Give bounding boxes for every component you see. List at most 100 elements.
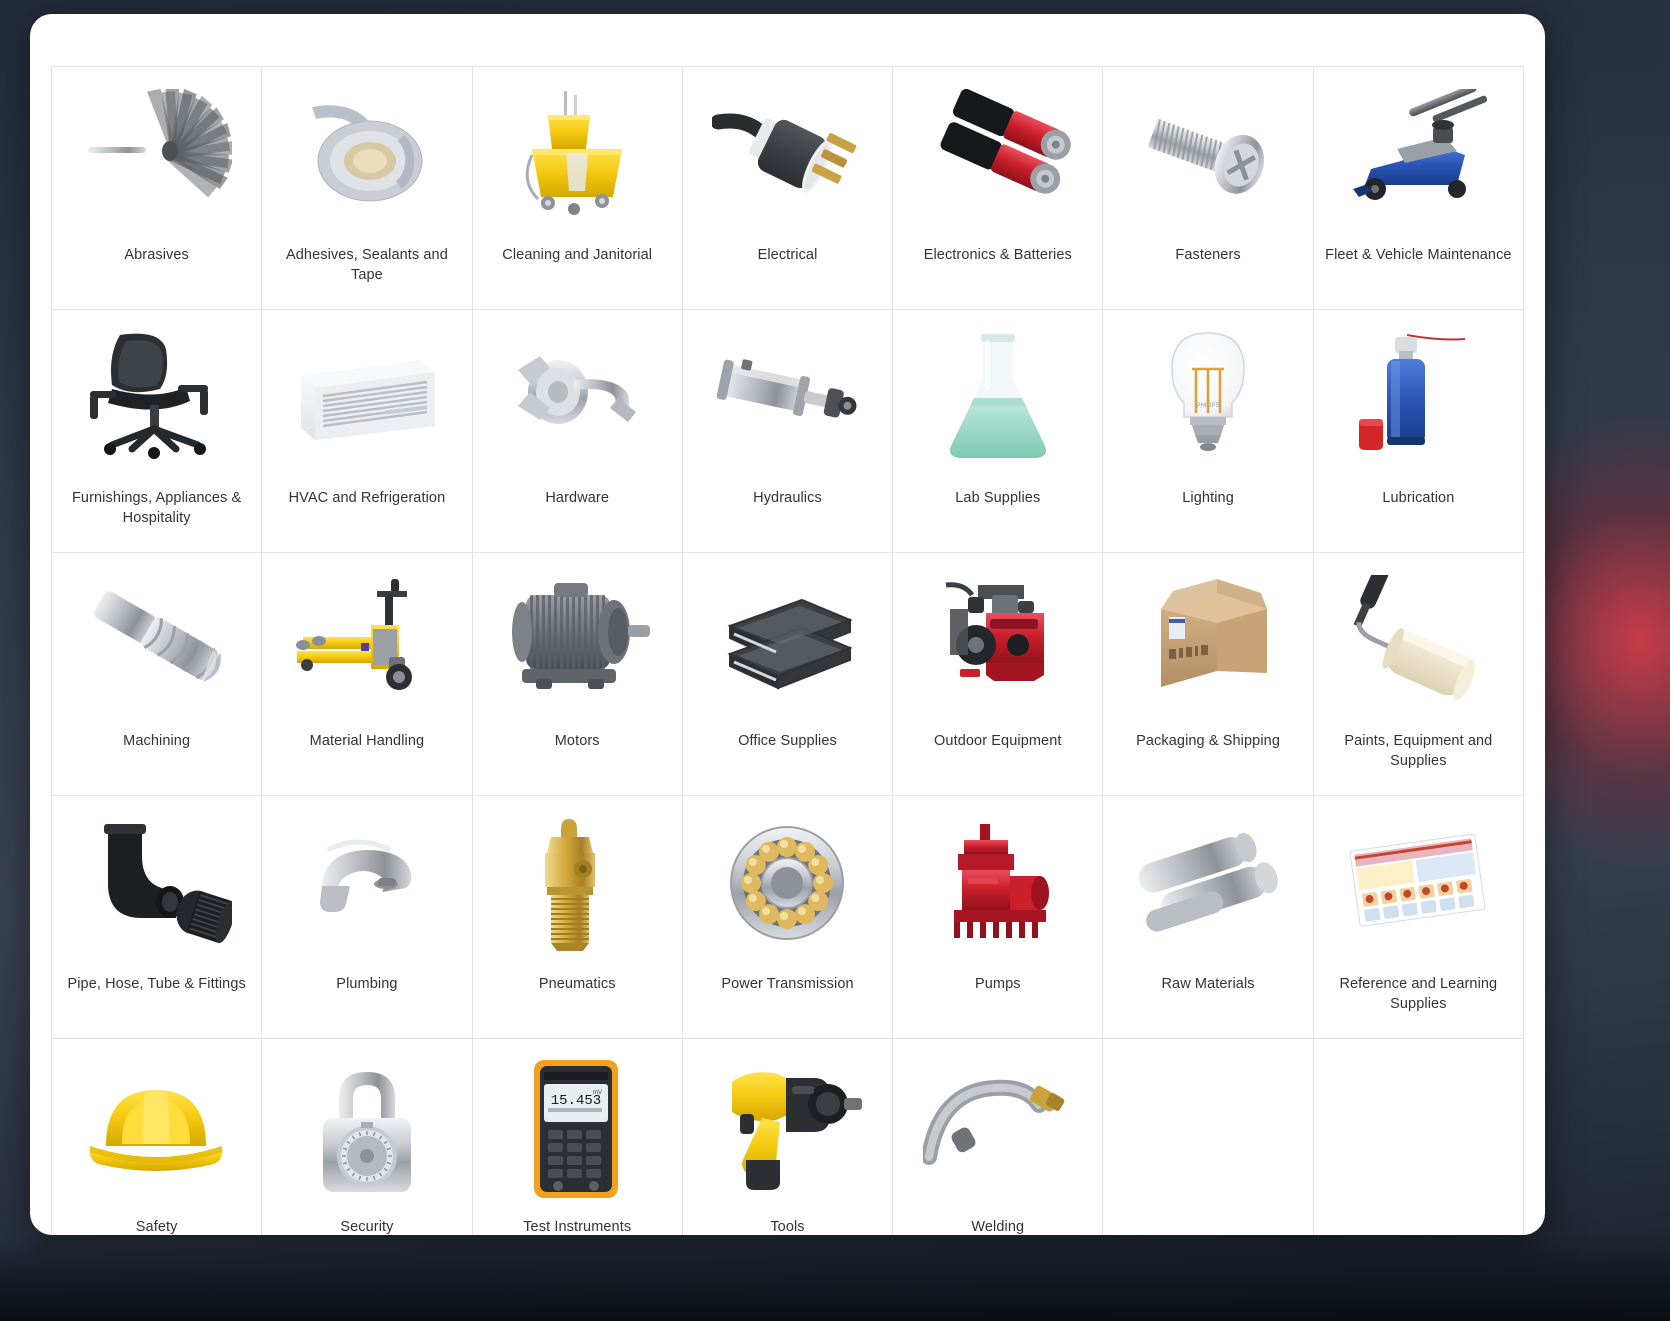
category-cell-electronics-batteries[interactable]: Electronics & Batteries	[893, 67, 1104, 310]
category-label: HVAC and Refrigeration	[288, 490, 446, 506]
safety-poster-icon	[1322, 808, 1515, 958]
category-cell-fleet-vehicle-maintenance[interactable]: Fleet & Vehicle Maintenance	[1313, 67, 1524, 310]
category-label: Abrasives	[124, 247, 189, 263]
category-label: Machining	[123, 733, 191, 749]
category-cell-fasteners[interactable]: Fasteners	[1103, 67, 1314, 310]
sump-pump-icon	[901, 808, 1094, 958]
category-cell-power-transmission[interactable]: Power Transmission	[682, 796, 894, 1039]
category-label: Test Instruments	[523, 1219, 632, 1235]
metal-bars-icon	[1111, 808, 1304, 958]
category-cell-security[interactable]: Security	[262, 1039, 473, 1235]
faucet-icon	[270, 808, 463, 958]
category-cell-furnishings-appliances-hospitality[interactable]: Furnishings, Appliances & Hospitality	[52, 310, 263, 553]
category-cell-plumbing[interactable]: Plumbing	[262, 796, 473, 1039]
category-cell-paints-equipment-and-supplies[interactable]: Paints, Equipment and Supplies	[1313, 553, 1524, 796]
category-label: Fasteners	[1175, 247, 1241, 263]
tape-roll-icon	[270, 79, 463, 229]
category-cell-abrasives[interactable]: Abrasives	[52, 67, 263, 310]
batteries-icon	[901, 79, 1094, 229]
category-cell-lab-supplies[interactable]: Lab Supplies	[893, 310, 1104, 553]
category-cell-safety[interactable]: Safety	[52, 1039, 263, 1235]
office-chair-icon	[60, 322, 253, 472]
door-lever-lock-icon	[481, 322, 674, 472]
category-cell-outdoor-equipment[interactable]: Outdoor Equipment	[893, 553, 1104, 796]
air-conditioner-icon	[270, 322, 463, 472]
category-label: Reference and Learning Supplies	[1339, 976, 1498, 1012]
category-label: Outdoor Equipment	[934, 733, 1062, 749]
category-label: Motors	[554, 733, 600, 749]
category-grid: Abrasives Adhesives, Sealants and Tape C…	[51, 66, 1524, 1235]
spray-can-icon	[1322, 322, 1515, 472]
category-label: Plumbing	[336, 976, 398, 992]
category-cell-cleaning-and-janitorial[interactable]: Cleaning and Janitorial	[472, 67, 683, 310]
category-label: Electronics & Batteries	[923, 247, 1072, 263]
category-cell-pumps[interactable]: Pumps	[893, 796, 1104, 1039]
paint-roller-icon	[1322, 565, 1515, 715]
welding-torch-icon	[901, 1051, 1094, 1201]
pipe-elbow-fitting-icon	[60, 808, 253, 958]
category-label: Power Transmission	[721, 976, 854, 992]
category-label: Adhesives, Sealants and Tape	[285, 247, 448, 283]
end-mill-cutter-icon	[60, 565, 253, 715]
pallet-jack-icon	[270, 565, 463, 715]
combination-padlock-icon	[270, 1051, 463, 1201]
category-cell-office-supplies[interactable]: Office Supplies	[682, 553, 894, 796]
paper-tray-icon	[691, 565, 884, 715]
browser-card: Abrasives Adhesives, Sealants and Tape C…	[30, 14, 1545, 1235]
category-label: Cleaning and Janitorial	[502, 247, 653, 263]
category-cell-lighting[interactable]: PHILIPS Lighting	[1103, 310, 1314, 553]
category-label: Packaging & Shipping	[1136, 733, 1280, 749]
mop-bucket-icon	[481, 79, 674, 229]
category-cell-raw-materials[interactable]: Raw Materials	[1103, 796, 1314, 1039]
category-label: Pneumatics	[538, 976, 616, 992]
category-label: Pipe, Hose, Tube & Fittings	[67, 976, 246, 992]
brass-valve-icon	[481, 808, 674, 958]
hydraulic-cylinder-icon	[691, 322, 884, 472]
cordless-drill-icon	[691, 1051, 884, 1201]
category-cell-packaging-shipping[interactable]: Packaging & Shipping	[1103, 553, 1314, 796]
ball-bearing-icon	[691, 808, 884, 958]
power-plug-icon	[691, 79, 884, 229]
category-label: Electrical	[757, 247, 818, 263]
multimeter-icon: 15.453 mV	[481, 1051, 674, 1201]
category-cell-empty	[1313, 1039, 1524, 1235]
erlenmeyer-flask-icon	[901, 322, 1094, 472]
category-cell-motors[interactable]: Motors	[472, 553, 683, 796]
category-label: Material Handling	[309, 733, 425, 749]
svg-text:mV: mV	[593, 1090, 602, 1096]
category-cell-tools[interactable]: Tools	[682, 1039, 894, 1235]
category-label: Lab Supplies	[955, 490, 1041, 506]
category-cell-adhesives-sealants-and-tape[interactable]: Adhesives, Sealants and Tape	[262, 67, 473, 310]
category-cell-machining[interactable]: Machining	[52, 553, 263, 796]
category-cell-reference-and-learning-supplies[interactable]: Reference and Learning Supplies	[1313, 796, 1524, 1039]
category-label: Raw Materials	[1161, 976, 1255, 992]
light-bulb-icon: PHILIPS	[1111, 322, 1304, 472]
category-cell-hvac-and-refrigeration[interactable]: HVAC and Refrigeration	[262, 310, 473, 553]
category-label: Office Supplies	[738, 733, 837, 749]
category-label: Security	[340, 1219, 394, 1235]
category-grid-viewport[interactable]: Abrasives Adhesives, Sealants and Tape C…	[51, 66, 1524, 1235]
category-label: Lubrication	[1382, 490, 1455, 506]
category-cell-pneumatics[interactable]: Pneumatics	[472, 796, 683, 1039]
empty-thumbnail	[1111, 1051, 1304, 1201]
category-label: Tools	[770, 1219, 805, 1235]
category-cell-hydraulics[interactable]: Hydraulics	[682, 310, 894, 553]
category-cell-hardware[interactable]: Hardware	[472, 310, 683, 553]
category-label: Pumps	[974, 976, 1021, 992]
category-cell-material-handling[interactable]: Material Handling	[262, 553, 473, 796]
category-label: Safety	[135, 1219, 178, 1235]
category-label: Fleet & Vehicle Maintenance	[1325, 247, 1512, 263]
category-cell-test-instruments[interactable]: 15.453 mV Test Instruments	[472, 1039, 683, 1235]
category-cell-welding[interactable]: Welding	[893, 1039, 1104, 1235]
category-label: Paints, Equipment and Supplies	[1344, 733, 1493, 769]
category-label: Hydraulics	[753, 490, 822, 506]
screw-bolt-icon	[1111, 79, 1304, 229]
category-cell-lubrication[interactable]: Lubrication	[1313, 310, 1524, 553]
category-label: Lighting	[1182, 490, 1234, 506]
category-cell-empty	[1103, 1039, 1314, 1235]
category-cell-pipe-hose-tube-fittings[interactable]: Pipe, Hose, Tube & Fittings	[52, 796, 263, 1039]
category-cell-electrical[interactable]: Electrical	[682, 67, 894, 310]
snow-blower-icon	[901, 565, 1094, 715]
category-label: Furnishings, Appliances & Hospitality	[71, 490, 242, 526]
category-label: Hardware	[545, 490, 610, 506]
